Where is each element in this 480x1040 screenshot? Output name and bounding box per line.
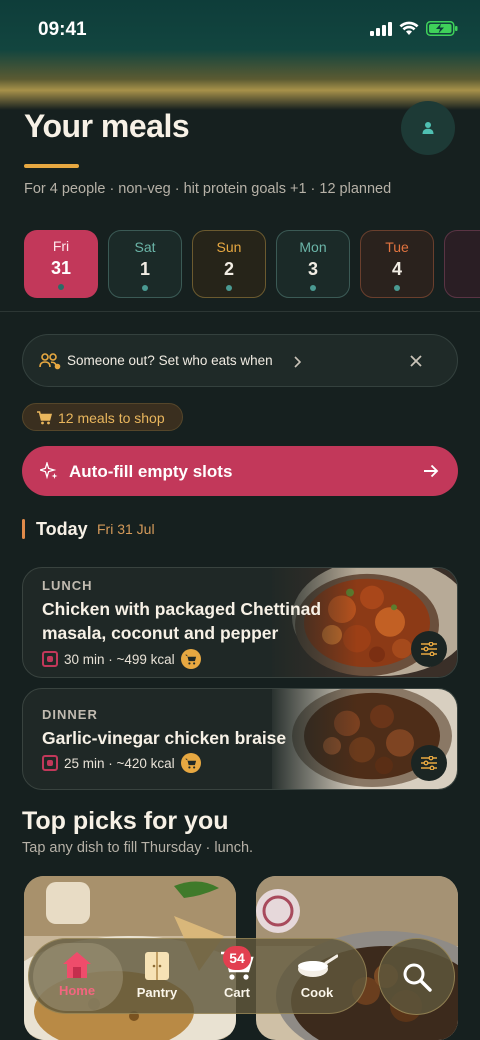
cart-count-badge: 54 (223, 946, 251, 970)
battery-charging-icon (426, 21, 458, 36)
autofill-button[interactable]: Auto-fill empty slots (22, 446, 458, 496)
top-picks-subtitle: Tap any dish to fill Thursday · lunch. (22, 840, 254, 856)
day-chip-mon[interactable]: Mon 3 (276, 230, 350, 298)
day-number: 3 (307, 259, 318, 279)
person-icon (422, 122, 434, 134)
autofill-label: Auto-fill empty slots (69, 462, 233, 481)
wifi-icon (399, 21, 419, 35)
signal-icon (370, 21, 392, 36)
cook-pot-icon (298, 954, 338, 977)
meal-card-lunch[interactable]: LUNCH Chicken with packaged Chettinad ma… (22, 567, 458, 678)
status-time: 09:41 (38, 19, 87, 40)
profile-button[interactable] (401, 101, 455, 155)
tune-button[interactable] (411, 631, 447, 667)
sparkle-icon (40, 462, 58, 480)
divider (0, 311, 480, 312)
nav-home[interactable]: Home (37, 939, 117, 1015)
day-name: Tue (385, 239, 409, 255)
today-heading: Today (36, 519, 88, 539)
day-name: Fri (52, 238, 70, 254)
day-dot (310, 285, 316, 291)
day-number: 31 (50, 258, 72, 278)
nav-cook[interactable]: Cook (277, 939, 357, 1015)
nav-label: Pantry (136, 985, 178, 1000)
day-chip-fri[interactable]: Fri 31 (24, 230, 98, 298)
tune-icon (421, 756, 437, 770)
search-button[interactable] (378, 938, 455, 1015)
meals-to-shop-pill[interactable]: 12 meals to shop (22, 403, 183, 431)
meal-title: Garlic-vinegar chicken braise (42, 728, 287, 748)
meal-time-kcal: 30 min · ~499 kcal (64, 651, 175, 667)
day-dot (226, 285, 232, 291)
cart-icon (180, 649, 201, 669)
day-name: Mon (299, 239, 327, 255)
page-title: Your meals (24, 108, 190, 144)
meal-meta: 30 min · ~499 kcal (42, 649, 201, 669)
tune-icon (421, 642, 437, 656)
status-bar: 09:41 (0, 0, 480, 110)
who-eats-banner[interactable]: Someone out? Set who eats when (22, 334, 458, 387)
bottom-nav: Home Pantry Cart Cook (28, 938, 367, 1014)
meal-title: Chicken with packaged Chettinad (42, 599, 322, 619)
nav-label: Home (58, 983, 96, 998)
day-chip-sat[interactable]: Sat 1 (108, 230, 182, 298)
day-number: 2 (223, 259, 234, 279)
meal-meta: 25 min · ~420 kcal (42, 753, 201, 773)
people-icon (39, 353, 61, 370)
day-chip-sun[interactable]: Sun 2 (192, 230, 266, 298)
meal-card-dinner[interactable]: DINNER Garlic-vinegar chicken braise 25 … (22, 688, 458, 790)
day-name: Sat (134, 239, 156, 255)
day-dot (142, 285, 148, 291)
non-veg-icon (42, 755, 58, 771)
arrow-right-icon (424, 464, 439, 478)
nav-label: Cart (223, 985, 250, 1000)
meal-type: DINNER (42, 707, 98, 722)
photo-fade (267, 568, 357, 677)
banner-text: Someone out? Set who eats when (67, 353, 273, 368)
day-dot (394, 285, 400, 291)
tune-button[interactable] (411, 745, 447, 781)
home-icon (63, 952, 91, 978)
today-accent-bar (22, 519, 25, 539)
nav-pantry[interactable]: Pantry (117, 939, 197, 1015)
plan-summary: For 4 people · non-veg · hit protein goa… (24, 181, 392, 197)
top-picks-title: Top picks for you (22, 807, 229, 835)
cart-icon (37, 411, 52, 425)
day-chip-next[interactable] (444, 230, 480, 298)
day-dot (58, 284, 64, 290)
search-icon (403, 963, 432, 992)
nav-label: Cook (300, 985, 334, 1000)
today-date: Fri 31 Jul (97, 521, 155, 537)
meal-title: masala, coconut and pepper (42, 623, 279, 643)
meal-type: LUNCH (42, 578, 93, 593)
day-number: 1 (139, 259, 150, 279)
meal-time-kcal: 25 min · ~420 kcal (64, 755, 175, 771)
day-selector: Fri 31 Sat 1 Sun 2 Mon 3 Tue 4 (24, 230, 480, 298)
non-veg-icon (42, 651, 58, 667)
close-icon[interactable] (410, 355, 422, 367)
title-underline (24, 164, 79, 168)
pantry-icon (145, 952, 169, 980)
day-number: 4 (391, 259, 402, 279)
chevron-right-icon (294, 356, 301, 368)
meals-to-shop-label: 12 meals to shop (58, 410, 165, 426)
day-chip-tue[interactable]: Tue 4 (360, 230, 434, 298)
day-name: Sun (216, 239, 242, 255)
cart-icon (180, 753, 201, 773)
status-icons (370, 21, 458, 36)
